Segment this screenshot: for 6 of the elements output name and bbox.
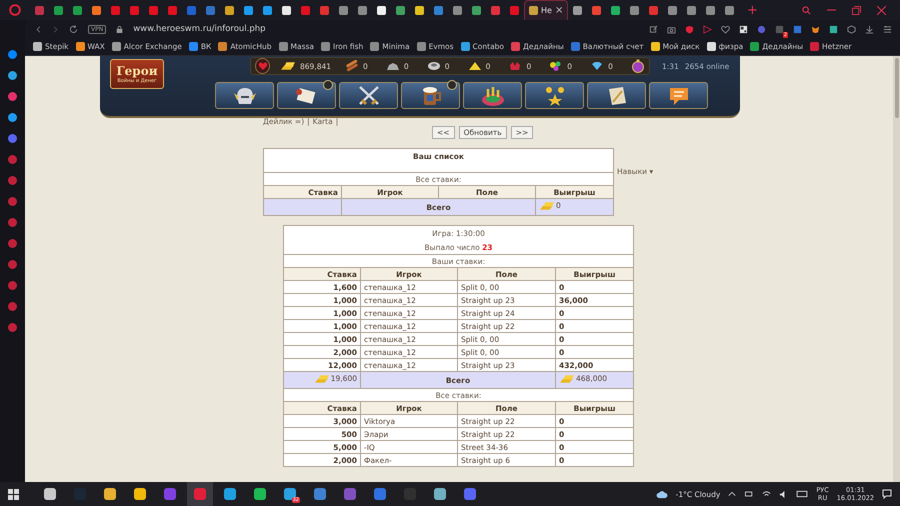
close-tab-button[interactable]: ×	[554, 6, 564, 16]
new-tab-button[interactable]: +	[747, 2, 758, 18]
browser-tab[interactable]: Не ×	[524, 0, 568, 20]
logo-title: Герои	[116, 64, 158, 78]
address-field[interactable]: www.heroeswm.ru/inforoul.php	[133, 24, 266, 34]
tab-title: Не	[541, 6, 552, 15]
